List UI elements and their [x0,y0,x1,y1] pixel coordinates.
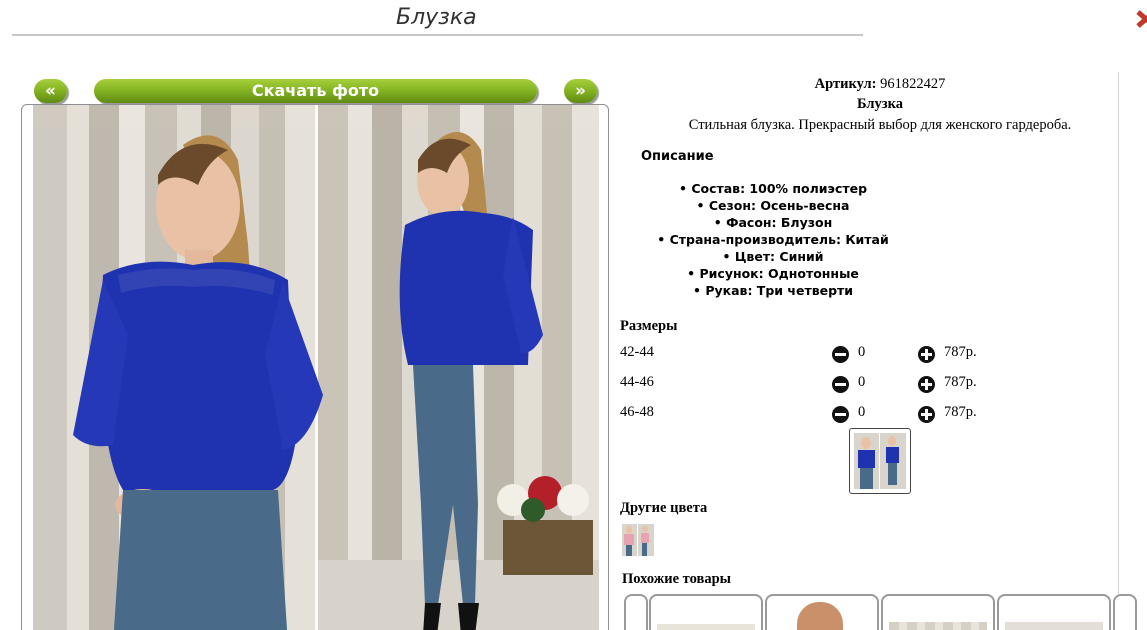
download-photo-button[interactable]: Скачать фото [94,79,537,103]
similar-product-image [1005,622,1103,630]
similar-product-card[interactable] [624,594,648,630]
minus-icon[interactable] [832,346,849,363]
similar-product-card[interactable] [649,594,763,630]
quantity-value: 0 [858,374,866,390]
thumbnail-image [854,433,906,489]
attribute-item: Фасон: Блузон [612,214,934,231]
size-label: 44-46 [620,374,654,390]
photo-thumbnail[interactable] [849,428,911,494]
size-price: 787р. [944,374,977,390]
color-variant-thumbnail[interactable] [622,524,654,556]
other-colors-heading: Другие цвета [620,500,708,516]
similar-product-image [889,622,987,630]
product-name: Блузка [857,96,903,112]
size-label: 42-44 [620,344,654,360]
color-variant-image [622,524,654,556]
size-row: 44-46 0 787р. [620,374,1000,396]
quantity-value: 0 [858,404,866,420]
size-row: 46-48 0 787р. [620,404,1000,426]
prev-photo-button[interactable]: « [34,79,67,103]
next-photo-button[interactable]: » [564,79,597,103]
size-row: 42-44 0 787р. [620,344,1000,366]
similar-product-card[interactable] [765,594,879,630]
attribute-item: Рисунок: Однотонные [612,265,934,282]
sku-value: 961822427 [880,76,946,92]
description-heading: Описание [641,149,714,164]
attribute-list: Состав: 100% полиэстер Сезон: Осень-весн… [612,180,934,299]
attribute-item: Страна-производитель: Китай [612,231,934,248]
similar-product-image [657,624,755,630]
sku-label: Артикул: [814,76,877,92]
product-photo-frame [21,104,609,630]
minus-icon[interactable] [832,406,849,423]
size-price: 787р. [944,344,977,360]
plus-icon[interactable] [918,346,935,363]
product-photo[interactable] [33,105,599,630]
sizes-heading: Размеры [620,318,678,334]
attribute-item: Цвет: Синий [612,248,934,265]
size-price: 787р. [944,404,977,420]
attribute-item: Рукав: Три четверти [612,282,934,299]
title-divider [12,34,863,36]
attribute-item: Сезон: Осень-весна [612,197,934,214]
minus-icon[interactable] [832,376,849,393]
sku-line: Артикул: 961822427 [612,76,1147,93]
product-short-description: Стильная блузка. Прекрасный выбор для же… [688,117,1072,133]
close-icon[interactable] [1136,4,1147,34]
size-label: 46-48 [620,404,654,420]
page-title: Блузка [396,5,477,30]
quantity-value: 0 [858,344,866,360]
similar-product-image [797,602,843,630]
plus-icon[interactable] [918,376,935,393]
similar-products-heading: Похожие товары [622,571,731,587]
similar-product-card[interactable] [881,594,995,630]
right-divider [1118,72,1119,627]
similar-product-card[interactable] [1113,594,1137,630]
plus-icon[interactable] [918,406,935,423]
similar-product-card[interactable] [997,594,1111,630]
attribute-item: Состав: 100% полиэстер [612,180,934,197]
